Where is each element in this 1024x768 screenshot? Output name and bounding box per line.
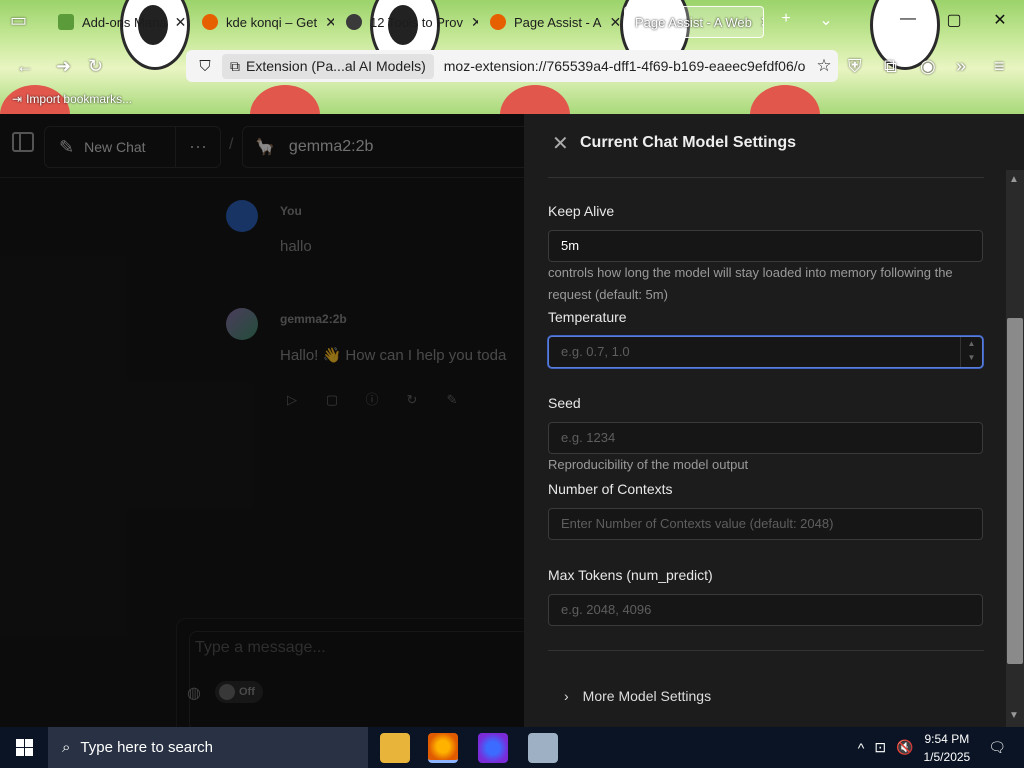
seed-label: Seed	[548, 395, 581, 411]
taskbar: ⌕ Type here to search ^ ⊡ 🔇 9:54 PM 1/5/…	[0, 727, 1024, 768]
import-icon: ⇥	[12, 92, 23, 106]
menu-icon[interactable]: ≡	[994, 56, 1005, 77]
taskbar-search[interactable]: ⌕ Type here to search	[48, 727, 368, 768]
system-tray: ^ ⊡ 🔇 9:54 PM 1/5/2025 🗨	[858, 727, 1024, 768]
shield-icon[interactable]: ⛉	[192, 58, 218, 75]
temperature-label: Temperature	[548, 309, 627, 325]
reload-icon[interactable]: ↻	[88, 56, 103, 77]
keep-alive-label: Keep Alive	[548, 203, 615, 219]
tab-label: Page Assist - A Web	[635, 14, 752, 30]
back-icon[interactable]: ←	[16, 56, 34, 77]
firefox-icon[interactable]	[428, 733, 458, 763]
clock-time: 9:54 PM	[924, 731, 970, 746]
overflow-chevron-icon[interactable]: »	[956, 56, 966, 77]
divider	[548, 172, 984, 178]
import-bookmarks-link[interactable]: Import bookmarks...	[26, 92, 132, 106]
firefox-icon	[490, 14, 506, 30]
tab-strip: ▭ Add-ons Mana ✕ kde konqi – Get ✕ 12 To…	[0, 0, 1024, 44]
url-text[interactable]: moz-extension://765539a4-dff1-4f69-b169-…	[444, 58, 810, 74]
app-window-icon[interactable]	[528, 733, 558, 763]
browser-chrome: ▭ Add-ons Mana ✕ kde konqi – Get ✕ 12 To…	[0, 0, 1024, 114]
max-tokens-label: Max Tokens (num_predict)	[548, 567, 713, 583]
forward-icon[interactable]: ➜	[56, 56, 71, 77]
pocket-icon[interactable]: ⛨	[848, 56, 862, 77]
puzzle-icon	[58, 14, 74, 30]
volume-muted-icon[interactable]: 🔇	[896, 739, 913, 756]
chevron-down-icon[interactable]: ⌄	[814, 10, 838, 30]
puzzle-icon: ⧉	[230, 57, 240, 74]
close-icon[interactable]: ✕	[175, 14, 187, 31]
extension-badge-icon[interactable]: ◉	[920, 56, 936, 77]
chevron-up-icon[interactable]: ^	[858, 740, 865, 756]
tab-tools[interactable]: 12 Tools to Prov ✕	[336, 6, 478, 38]
start-button[interactable]	[0, 727, 48, 768]
close-icon[interactable]: ✕	[471, 14, 478, 31]
drawer-overlay[interactable]	[0, 114, 524, 727]
tab-kde-konqi[interactable]: kde konqi – Get ✕	[192, 6, 334, 38]
firefox-icon	[202, 14, 218, 30]
number-stepper[interactable]: ▲ ▼	[960, 337, 982, 367]
seed-help: Reproducibility of the model output	[548, 457, 749, 472]
search-placeholder: Type here to search	[80, 739, 213, 756]
divider	[548, 650, 984, 651]
max-tokens-input[interactable]: e.g. 2048, 4096	[548, 594, 983, 626]
num-contexts-input[interactable]: Enter Number of Contexts value (default:…	[548, 508, 983, 540]
model-settings-drawer: ✕ Current Chat Model Settings Keep Alive…	[524, 114, 1024, 727]
scrollbar-thumb[interactable]	[1007, 318, 1023, 664]
clock[interactable]: 9:54 PM 1/5/2025	[924, 730, 971, 766]
drawer-header: ✕ Current Chat Model Settings	[524, 114, 1024, 172]
firefox-developer-icon[interactable]	[478, 733, 508, 763]
tab-label: kde konqi – Get	[226, 14, 318, 30]
close-icon[interactable]: ✕	[760, 14, 763, 31]
drawer-scrollbar[interactable]: ▲ ▼	[1006, 170, 1024, 727]
bookmark-star-icon[interactable]: ☆	[810, 56, 838, 76]
network-icon[interactable]: ⊡	[874, 739, 886, 756]
seed-input[interactable]: e.g. 1234	[548, 422, 983, 454]
tab-addons[interactable]: Add-ons Mana ✕	[48, 6, 190, 38]
search-icon: ⌕	[62, 739, 71, 756]
theme-decoration	[250, 85, 320, 114]
temperature-input[interactable]: e.g. 0.7, 1.0 ▲ ▼	[548, 336, 983, 368]
more-model-settings-label: More Model Settings	[582, 688, 712, 704]
tab-label: Page Assist - A	[514, 14, 602, 30]
extension-chip-label: Extension (Pa...al AI Models)	[246, 58, 426, 74]
close-icon[interactable]: ✕	[552, 131, 572, 156]
keep-alive-help: controls how long the model will stay lo…	[548, 265, 953, 302]
file-explorer-icon[interactable]	[380, 733, 410, 763]
tab-label: Add-ons Mana	[82, 14, 167, 30]
temperature-placeholder: e.g. 0.7, 1.0	[561, 344, 630, 359]
minimize-icon[interactable]: —	[896, 10, 920, 28]
bookmarks-bar: ⇥ Import bookmarks...	[12, 92, 132, 106]
page-assist-app: ✎ New Chat ··· / 🦙 gemma2:2b You hallo g…	[0, 114, 1024, 748]
close-icon[interactable]: ✕	[325, 14, 334, 31]
site-icon	[346, 14, 362, 30]
theme-decoration	[750, 85, 820, 114]
chevron-right-icon: ›	[564, 688, 569, 704]
new-tab-button[interactable]: +	[774, 10, 798, 28]
windows-icon	[15, 739, 33, 756]
scroll-up-icon[interactable]: ▲	[1009, 174, 1019, 185]
notifications-icon[interactable]: 🗨	[988, 739, 1006, 756]
tab-overview-icon[interactable]: ▭	[10, 10, 27, 31]
scroll-down-icon[interactable]: ▼	[1009, 710, 1019, 721]
clock-date: 1/5/2025	[923, 749, 971, 764]
drawer-title: Current Chat Model Settings	[580, 134, 797, 151]
close-icon[interactable]: ✕	[609, 14, 621, 31]
more-model-settings-toggle[interactable]: › More Model Settings	[564, 688, 711, 704]
num-contexts-label: Number of Contexts	[548, 481, 673, 497]
extensions-icon[interactable]: ⧉	[884, 56, 897, 77]
close-window-icon[interactable]: ✕	[988, 10, 1012, 30]
tab-label: 12 Tools to Prov	[370, 14, 463, 30]
nav-bar: ← ➜ ↻ ⛉ ⧉ Extension (Pa...al AI Models) …	[0, 44, 1024, 88]
keep-alive-input[interactable]: 5m	[548, 230, 983, 262]
theme-decoration	[500, 85, 570, 114]
tab-page-assist[interactable]: Page Assist - A ✕	[480, 6, 622, 38]
maximize-icon[interactable]: ▢	[942, 10, 966, 30]
extension-chip[interactable]: ⧉ Extension (Pa...al AI Models)	[222, 53, 434, 79]
url-bar[interactable]: ⛉ ⧉ Extension (Pa...al AI Models) moz-ex…	[186, 50, 838, 82]
tab-page-assist-active[interactable]: Page Assist - A Web ✕	[624, 6, 764, 38]
